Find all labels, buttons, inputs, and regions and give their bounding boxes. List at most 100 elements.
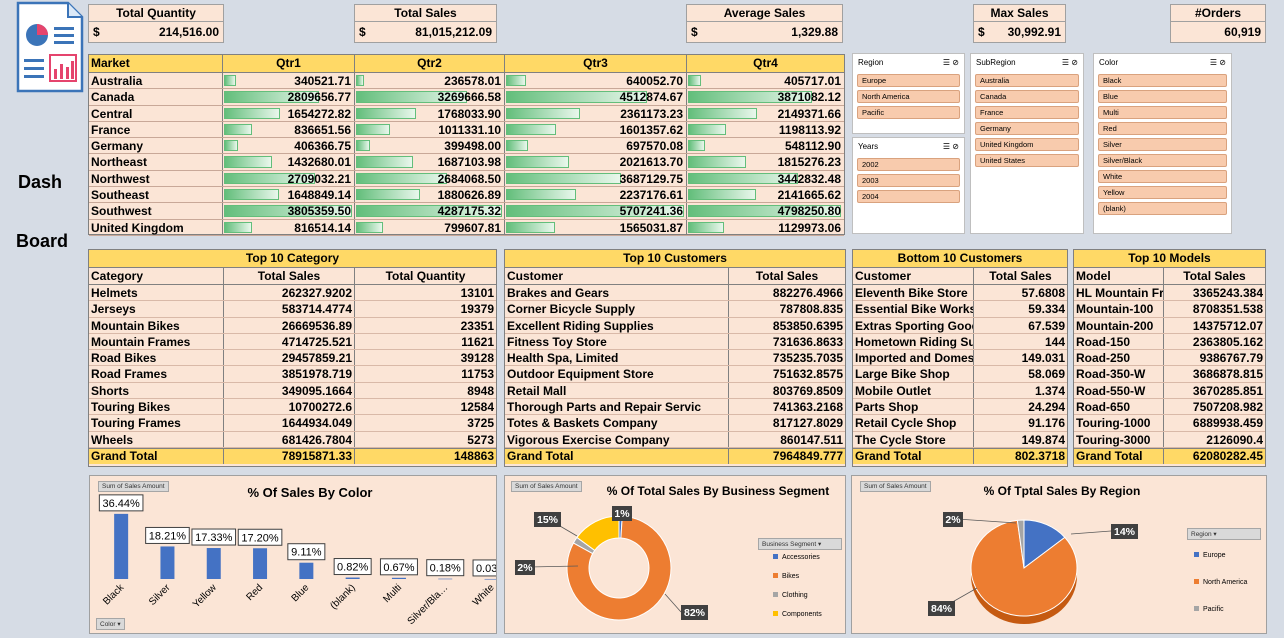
multiselect-filter-icon[interactable]: ☰ ⊘ (943, 58, 959, 67)
slicer-item[interactable]: White (1098, 170, 1227, 183)
qtr-value: 2361173.23 (620, 106, 683, 121)
category-label: Black (101, 582, 127, 608)
table-cell: Brakes and Gears (505, 285, 729, 301)
databar (506, 221, 555, 233)
data-label: 36.44% (102, 498, 140, 510)
bar-silver[interactable] (160, 546, 175, 579)
slicer-item[interactable]: Black (1098, 74, 1227, 87)
color-axis-button[interactable]: Color ▾ (96, 618, 125, 630)
market-row: Southwest 3805359.50 4287175.32 5707241.36 4… (89, 203, 844, 220)
slicer-item[interactable]: Germany (975, 122, 1079, 135)
legend-label: Accessories (782, 554, 820, 561)
table-cell: Mobile Outlet (853, 382, 974, 399)
slicer-item[interactable]: (blank) (1098, 202, 1227, 215)
multiselect-filter-icon[interactable]: ☰ ⊘ (1210, 58, 1226, 67)
table-cell: Vigorous Exercise Company (505, 431, 729, 447)
databar (506, 140, 528, 152)
table-row: Wheels 681426.7804 5273 (89, 431, 496, 448)
slicer-item[interactable]: 2002 (857, 158, 960, 171)
market-name: United Kingdom (91, 220, 184, 235)
grand-total-label: Grand Total (853, 448, 974, 464)
legend-field-button[interactable]: Region ▾ (1187, 528, 1261, 540)
qtr-value: 1129973.06 (778, 220, 841, 235)
slicer-item[interactable]: Red (1098, 122, 1227, 135)
category-label: Yellow (191, 582, 220, 611)
top-models-table: Top 10 Models Model Total Sales HL Mount… (1073, 249, 1266, 467)
slicer-item[interactable]: Canada (975, 90, 1079, 103)
table-cell: 817127.8029 (772, 416, 843, 431)
table-row: Eleventh Bike Store 57.6808 (853, 285, 1067, 302)
bar-blank[interactable] (345, 577, 360, 579)
data-label: 17.33% (195, 532, 233, 544)
market-header-row: Market Qtr1 Qtr2 Qtr3 Qtr4 (89, 55, 844, 73)
slicer-item[interactable]: North America (857, 90, 960, 103)
slicer-item[interactable]: Yellow (1098, 186, 1227, 199)
slicer-item[interactable]: Blue (1098, 90, 1227, 103)
table-row: Retail Mall 803769.8509 (505, 382, 845, 400)
qtr-value: 1880626.89 (437, 188, 501, 203)
slicer-item[interactable]: Silver/Black (1098, 154, 1227, 167)
slicer-item[interactable]: 2004 (857, 190, 960, 203)
table-cell: 11621 (461, 334, 494, 349)
legend-item: Components (773, 605, 822, 624)
market-name: Canada (91, 90, 135, 105)
table-row: Road-250 9386767.79 (1074, 350, 1265, 367)
grand-total-label: Grand Total (89, 448, 224, 464)
table-cell: Road-250 (1074, 350, 1164, 366)
databar (224, 75, 236, 87)
sales-by-color-chart[interactable]: Sum of Sales Amount % Of Sales By Color … (89, 475, 497, 634)
table-cell: 9386767.79 (1199, 351, 1263, 366)
region-pie-chart[interactable]: Sum of Sales Amount % Of Tptal Sales By … (851, 475, 1267, 634)
bar-blue[interactable] (299, 562, 314, 579)
bar-black[interactable] (114, 513, 129, 579)
qtr-value: 3269666.58 (437, 90, 501, 105)
table-row: Shorts 349095.1664 8948 (89, 382, 496, 400)
table-body: HL Mountain Frar 3365243.384 Mountain-100 8… (1074, 285, 1265, 448)
table-cell: 3725 (467, 416, 494, 431)
qtr2-header: Qtr2 (355, 55, 505, 72)
kpi-title: Max Sales (974, 5, 1065, 22)
multiselect-filter-icon[interactable]: ☰ ⊘ (1062, 58, 1078, 67)
bar-yellow[interactable] (206, 548, 221, 579)
table-cell: 144 (1044, 334, 1065, 349)
qtr-value: 2149371.66 (777, 106, 841, 121)
slicer-item[interactable]: United States (975, 154, 1079, 167)
bar-white[interactable] (484, 578, 496, 580)
kpi-currency: $ (978, 25, 985, 39)
table-title: Top 10 Customers (505, 250, 845, 268)
multiselect-filter-icon[interactable]: ☰ ⊘ (943, 142, 959, 151)
table-row: Totes & Baskets Company 817127.8029 (505, 415, 845, 432)
region-legend: Europe North America Pacific (1194, 542, 1247, 623)
qtr-value: 2809656.77 (287, 90, 351, 105)
bar-silverbla[interactable] (438, 578, 453, 580)
table-cell: Shorts (89, 382, 224, 399)
slicer-item[interactable]: United Kingdom (975, 138, 1079, 151)
table-row: Vigorous Exercise Company 860147.511 (505, 431, 845, 448)
slicer-item[interactable]: Australia (975, 74, 1079, 87)
bar-red[interactable] (253, 548, 268, 579)
market-header: Market (89, 55, 223, 72)
slicer-item[interactable]: France (975, 106, 1079, 119)
legend-label: Clothing (782, 592, 808, 599)
business-segment-chart[interactable]: Sum of Sales Amount % Of Total Sales By … (504, 475, 846, 634)
table-cell: 882276.4966 (772, 286, 843, 300)
table-title: Top 10 Category (89, 250, 496, 268)
market-name: Germany (91, 139, 144, 154)
kpi-currency: $ (359, 25, 366, 39)
grand-total-value: 62080282.45 (1192, 448, 1263, 463)
table-cell: Mountain-100 (1074, 301, 1164, 317)
slicer-item[interactable]: Multi (1098, 106, 1227, 119)
databar (688, 107, 757, 119)
bar-multi[interactable] (391, 577, 406, 579)
slicer-item[interactable]: 2003 (857, 174, 960, 187)
slicer-title: Years (858, 142, 879, 151)
table-cell: Corner Bicycle Supply (505, 301, 729, 317)
slicer-title: Color (1099, 58, 1119, 67)
qtr-value: 3442832.48 (777, 171, 841, 186)
qtr-value: 406366.75 (294, 139, 351, 154)
slicer-item[interactable]: Pacific (857, 106, 960, 119)
table-cell: 860147.511 (780, 432, 843, 447)
table-cell: 12584 (460, 400, 494, 415)
slicer-item[interactable]: Silver (1098, 138, 1227, 151)
slicer-item[interactable]: Europe (857, 74, 960, 87)
